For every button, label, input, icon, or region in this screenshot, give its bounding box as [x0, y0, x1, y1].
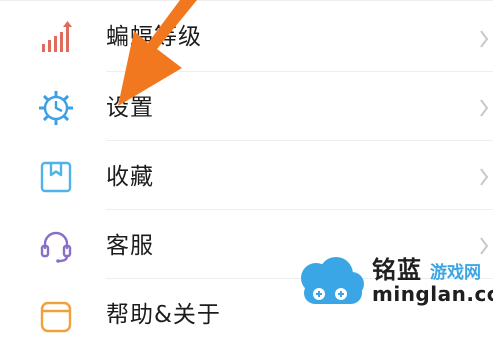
help-icon [40, 301, 72, 333]
chevron-right-icon [480, 99, 489, 117]
watermark-brand: 铭蓝 [372, 256, 422, 284]
chevron-right-icon [480, 168, 489, 186]
watermark-tagline: 游戏网 [430, 263, 481, 283]
chevron-right-icon [480, 30, 489, 48]
cloud-gamepad-logo-icon [301, 257, 364, 304]
menu-item-favorites[interactable]: 收藏 [0, 141, 493, 209]
menu-item-help-about-label: 帮助&关于 [106, 302, 221, 328]
menu-item-customer-service-label: 客服 [106, 233, 154, 259]
chevron-right-icon [480, 237, 489, 255]
bookmark-icon [40, 161, 72, 193]
pointer-arrow-icon [118, 0, 197, 106]
headset-icon [40, 231, 72, 263]
watermark-url: minglan.cc [372, 282, 493, 306]
menu-item-favorites-label: 收藏 [106, 164, 154, 190]
settings-menu-screen: 蝙蝠等级 设置 [0, 0, 493, 333]
